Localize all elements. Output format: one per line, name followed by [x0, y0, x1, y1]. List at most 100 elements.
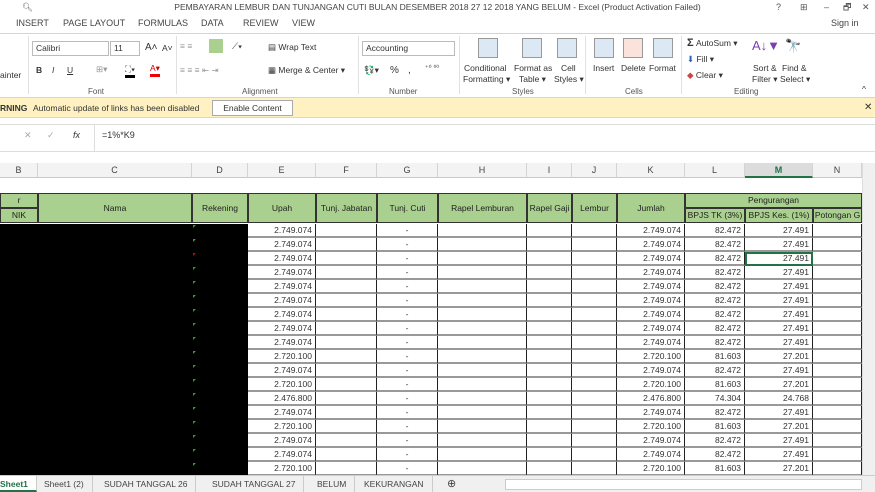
column-header-c[interactable]: C	[38, 163, 192, 178]
cell-cuti[interactable]: -	[377, 420, 438, 434]
column-header-k[interactable]: K	[617, 163, 685, 178]
cell-empty[interactable]	[813, 224, 862, 238]
cell-cuti[interactable]: -	[377, 350, 438, 364]
cell-empty[interactable]	[813, 392, 862, 406]
cell-empty[interactable]	[813, 420, 862, 434]
cell-empty[interactable]	[527, 350, 572, 364]
cell-jumlah[interactable]: 2.749.074	[617, 308, 685, 322]
cell-kes[interactable]: 24.768	[745, 392, 813, 406]
cell-empty[interactable]	[527, 378, 572, 392]
clear-button[interactable]: ◆ Clear ▾	[687, 70, 723, 81]
cell-empty[interactable]	[438, 350, 527, 364]
cell-cuti[interactable]: -	[377, 280, 438, 294]
cell-empty[interactable]	[438, 238, 527, 252]
cell-empty[interactable]	[813, 280, 862, 294]
column-header-j[interactable]: J	[572, 163, 617, 178]
cell-empty[interactable]	[813, 434, 862, 448]
align-top-icon[interactable]: ≡ ≡	[180, 41, 192, 51]
cell-jumlah[interactable]: 2.720.100	[617, 462, 685, 475]
cell-styles-label[interactable]: Cell	[561, 63, 576, 73]
cell-tk[interactable]: 82.472	[685, 406, 745, 420]
cell-jumlah[interactable]: 2.749.074	[617, 280, 685, 294]
column-header-m[interactable]: M	[745, 163, 813, 178]
format-cells-button[interactable]: Format	[649, 63, 676, 73]
ribbon-display-button[interactable]: ⊞	[800, 0, 808, 14]
cell-upah[interactable]: 2.720.100	[248, 420, 316, 434]
cell-empty[interactable]	[813, 294, 862, 308]
underline-button[interactable]: U	[67, 65, 73, 75]
cell-cuti[interactable]: -	[377, 238, 438, 252]
merge-center-button[interactable]: ▦ Merge & Center ▾	[268, 65, 345, 76]
cell-upah[interactable]: 2.720.100	[248, 462, 316, 475]
cell-kes[interactable]: 27.491	[745, 336, 813, 350]
cell-upah[interactable]: 2.749.074	[248, 224, 316, 238]
cell-kes[interactable]: 27.491	[745, 364, 813, 378]
cell-upah[interactable]: 2.749.074	[248, 406, 316, 420]
column-header-b[interactable]: B	[0, 163, 38, 178]
cell-empty[interactable]	[316, 308, 377, 322]
enter-formula-icon[interactable]: ✓	[47, 130, 55, 141]
cell-kes[interactable]: 27.491	[745, 294, 813, 308]
cell-kes[interactable]: 27.491	[745, 238, 813, 252]
cell-empty[interactable]	[438, 322, 527, 336]
cell-empty[interactable]	[813, 378, 862, 392]
conditional-formatting-icon[interactable]	[478, 38, 498, 58]
wrap-text-button[interactable]: ▤ Wrap Text	[268, 42, 316, 53]
cell-empty[interactable]	[438, 448, 527, 462]
cell-empty[interactable]	[572, 238, 617, 252]
cell-empty[interactable]	[438, 420, 527, 434]
minimize-button[interactable]: –	[824, 0, 829, 14]
cell-tk[interactable]: 82.472	[685, 294, 745, 308]
cell-jumlah[interactable]: 2.720.100	[617, 378, 685, 392]
cell-upah[interactable]: 2.749.074	[248, 238, 316, 252]
cell-empty[interactable]	[438, 336, 527, 350]
format-cells-icon[interactable]	[653, 38, 673, 58]
cell-upah[interactable]: 2.749.074	[248, 364, 316, 378]
sheet-tab-sudah-26[interactable]: SUDAH TANGGAL 26	[96, 476, 197, 492]
tab-formulas[interactable]: FORMULAS	[138, 18, 188, 28]
cell-empty[interactable]	[813, 238, 862, 252]
cell-kes[interactable]: 27.491	[745, 224, 813, 238]
cell-empty[interactable]	[316, 434, 377, 448]
cell-upah[interactable]: 2.749.074	[248, 336, 316, 350]
insert-cells-button[interactable]: Insert	[593, 63, 614, 73]
cell-kes[interactable]: 27.201	[745, 378, 813, 392]
cell-empty[interactable]	[572, 392, 617, 406]
cell-jumlah[interactable]: 2.720.100	[617, 420, 685, 434]
spreadsheet-grid[interactable]: B C D E F G H I J K L M Nr NIK Nama Rekening Upah Tunj. J…	[0, 163, 862, 475]
cell-tk[interactable]: 81.603	[685, 420, 745, 434]
cell-empty[interactable]	[316, 294, 377, 308]
font-name-select[interactable]: Calibri	[32, 41, 109, 56]
cell-empty[interactable]	[527, 420, 572, 434]
font-size-select[interactable]: 11	[110, 41, 140, 56]
cell-jumlah[interactable]: 2.749.074	[617, 364, 685, 378]
cell-empty[interactable]	[438, 294, 527, 308]
cell-jumlah[interactable]: 2.720.100	[617, 350, 685, 364]
cell-empty[interactable]	[527, 392, 572, 406]
cell-cuti[interactable]: -	[377, 448, 438, 462]
cell-cuti[interactable]: -	[377, 406, 438, 420]
maximize-button[interactable]: 🗗	[843, 0, 851, 14]
cell-tk[interactable]: 82.472	[685, 336, 745, 350]
cell-upah[interactable]: 2.476.800	[248, 392, 316, 406]
cell-jumlah[interactable]: 2.749.074	[617, 448, 685, 462]
sheet-tab-belum[interactable]: BELUM	[309, 476, 356, 492]
italic-button[interactable]: I	[52, 65, 54, 75]
insert-function-icon[interactable]: fx	[73, 130, 80, 140]
cell-empty[interactable]	[813, 462, 862, 475]
cell-upah[interactable]: 2.749.074	[248, 280, 316, 294]
cell-empty[interactable]	[572, 294, 617, 308]
sheet-tab-sudah-27[interactable]: SUDAH TANGGAL 27	[204, 476, 305, 492]
borders-icon[interactable]: ⊞▾	[96, 64, 107, 75]
cell-empty[interactable]	[813, 350, 862, 364]
align-bottom-icon[interactable]	[209, 39, 223, 53]
cell-empty[interactable]	[572, 350, 617, 364]
cell-tk[interactable]: 82.472	[685, 448, 745, 462]
cell-cuti[interactable]: -	[377, 322, 438, 336]
cell-upah[interactable]: 2.749.074	[248, 252, 316, 266]
cell-jumlah[interactable]: 2.749.074	[617, 252, 685, 266]
cell-kes[interactable]: 27.491	[745, 266, 813, 280]
cell-empty[interactable]	[438, 224, 527, 238]
cell-upah[interactable]: 2.720.100	[248, 350, 316, 364]
format-as-table-dropdown[interactable]: Table ▾	[519, 74, 546, 85]
